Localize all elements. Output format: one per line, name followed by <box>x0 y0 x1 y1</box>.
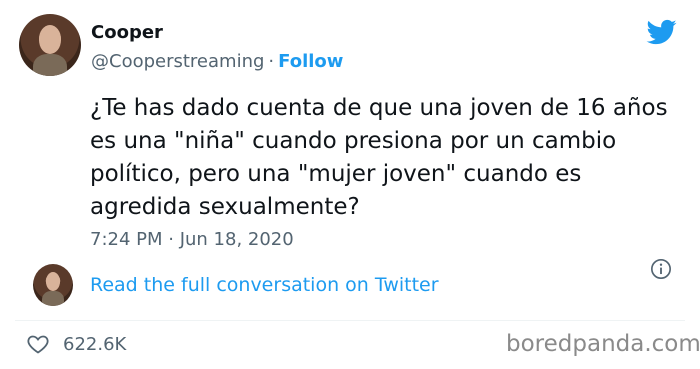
avatar-body <box>41 290 65 306</box>
like-count: 622.6K <box>63 333 127 355</box>
read-conversation-link[interactable]: Read the full conversation on Twitter <box>90 274 439 296</box>
divider <box>15 320 685 321</box>
twitter-bird-icon[interactable] <box>645 17 679 47</box>
separator-dot: · <box>268 51 275 72</box>
author-name[interactable]: Cooper <box>91 22 163 43</box>
watermark: boredpanda.com <box>506 331 700 357</box>
avatar-face <box>45 271 61 291</box>
follow-button[interactable]: Follow <box>278 51 343 72</box>
conversation-avatar <box>33 264 73 306</box>
like-button[interactable]: 622.6K <box>25 332 126 356</box>
author-handle-row: @Cooperstreaming · Follow <box>91 51 343 72</box>
tweet-text: ¿Te has dado cuenta de que una joven de … <box>90 95 668 220</box>
info-icon[interactable] <box>650 258 672 280</box>
avatar-body <box>32 53 68 76</box>
author-handle[interactable]: @Cooperstreaming <box>91 51 264 72</box>
avatar-face <box>38 25 62 54</box>
author-avatar[interactable] <box>19 14 81 76</box>
heart-icon <box>27 335 49 354</box>
tweet-timestamp[interactable]: 7:24 PM · Jun 18, 2020 <box>90 229 294 250</box>
